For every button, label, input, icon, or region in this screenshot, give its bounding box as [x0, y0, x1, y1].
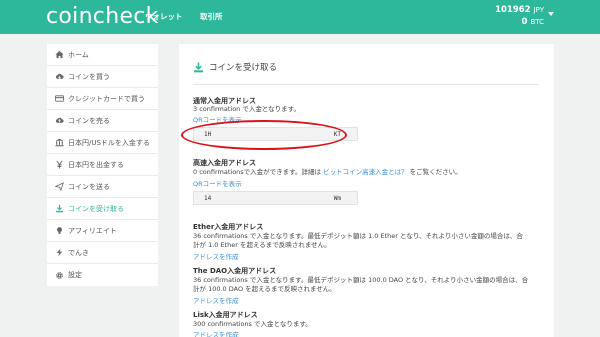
nav-wallet[interactable]: ウォレット [145, 11, 183, 22]
top-bar: coincheck ウォレット 取引所 101962 JPY 0 BTC [0, 0, 600, 34]
page-title: コインを受け取る [193, 61, 277, 73]
sidebar-item-label: でんき [68, 248, 89, 257]
lisk-address-heading: Lisk入金用アドレス [193, 311, 258, 319]
fast-address-heading: 高速入金用アドレス [193, 159, 256, 167]
ether-create-address-link[interactable]: アドレスを作成 [193, 251, 239, 261]
cloud-download-icon [54, 72, 64, 82]
receive-panel: コインを受け取る 通常入金用アドレス 3 confirmation で入金となり… [179, 44, 554, 337]
lisk-address-desc: 300 confirmations で入金となります。 [193, 320, 312, 328]
download-icon [193, 62, 204, 72]
sidebar-item-electricity[interactable]: でんき [47, 242, 158, 264]
lightbulb-icon [54, 226, 64, 236]
fast-qr-link[interactable]: QRコードを表示 [193, 178, 242, 188]
sidebar-item-home[interactable]: ホーム [47, 44, 158, 66]
dao-address-desc: 36 confirmations で入金となります。最低デポジット額は 100.… [193, 276, 529, 293]
sidebar-item-deposit-fiat[interactable]: 日本円/USドルを入金する [47, 132, 158, 154]
ether-address-desc: 36 confirmations で入金となります。最低デポジット額は 1.0 … [193, 232, 523, 249]
fast-address-desc: 0 confirmationsで入金ができます。詳細は ビットコイン高速入金とは… [193, 168, 462, 176]
download-icon [54, 204, 64, 214]
sidebar-item-label: コインを買う [68, 72, 110, 81]
send-icon [54, 182, 64, 192]
yen-icon [54, 160, 64, 170]
bolt-icon [54, 248, 64, 258]
divider [193, 84, 538, 85]
home-icon [54, 50, 64, 60]
sidebar-item-label: 設定 [68, 271, 82, 279]
sidebar-item-label: 日本円を出金する [68, 160, 124, 169]
gear-icon [54, 270, 64, 280]
chevron-down-icon[interactable] [548, 12, 554, 16]
sidebar-item-label: 日本円/USドルを入金する [68, 138, 150, 147]
fast-deposit-info-link[interactable]: ビットコイン高速入金とは？ [323, 168, 408, 176]
sidebar-item-send[interactable]: コインを送る [47, 176, 158, 198]
account-balance[interactable]: 101962 JPY 0 BTC [495, 4, 544, 28]
sidebar: ホーム コインを買う クレジットカードで買う コインを売る 日本円/USドルを入… [47, 44, 158, 286]
ether-address-heading: Ether入金用アドレス [193, 223, 264, 231]
logo[interactable]: coincheck [46, 4, 159, 29]
sidebar-item-label: クレジットカードで買う [68, 94, 145, 103]
btc-balance: 0 BTC [521, 17, 544, 27]
sidebar-item-credit-card[interactable]: クレジットカードで買う [47, 88, 158, 110]
sidebar-item-label: ホーム [68, 50, 89, 59]
sidebar-item-sell[interactable]: コインを売る [47, 110, 158, 132]
sidebar-item-receive[interactable]: コインを受け取る [47, 198, 158, 220]
sidebar-item-label: アフィリエイト [68, 226, 117, 235]
sidebar-item-label: コインを送る [68, 182, 110, 191]
normal-address-desc: 3 confirmation で入金となります。 [193, 105, 301, 113]
sidebar-item-withdraw-jpy[interactable]: 日本円を出金する [47, 154, 158, 176]
sidebar-item-affiliate[interactable]: アフィリエイト [47, 220, 158, 242]
cloud-upload-icon [54, 116, 64, 126]
bank-icon [54, 138, 64, 148]
sidebar-item-label: コインを受け取る [68, 204, 124, 213]
dao-create-address-link[interactable]: アドレスを作成 [193, 295, 239, 305]
jpy-balance: 101962 JPY [495, 5, 544, 15]
sidebar-item-label: コインを売る [68, 116, 110, 125]
lisk-create-address-link[interactable]: アドレスを作成 [193, 329, 239, 337]
dao-address-heading: The DAO入金用アドレス [193, 267, 277, 275]
fast-address-field[interactable]: 14 Wm [193, 191, 358, 205]
sidebar-item-buy[interactable]: コインを買う [47, 66, 158, 88]
nav-exchange[interactable]: 取引所 [200, 11, 223, 22]
sidebar-item-settings[interactable]: 設定 [47, 264, 158, 286]
annotation-ellipse [181, 120, 347, 150]
credit-card-icon [54, 94, 64, 104]
